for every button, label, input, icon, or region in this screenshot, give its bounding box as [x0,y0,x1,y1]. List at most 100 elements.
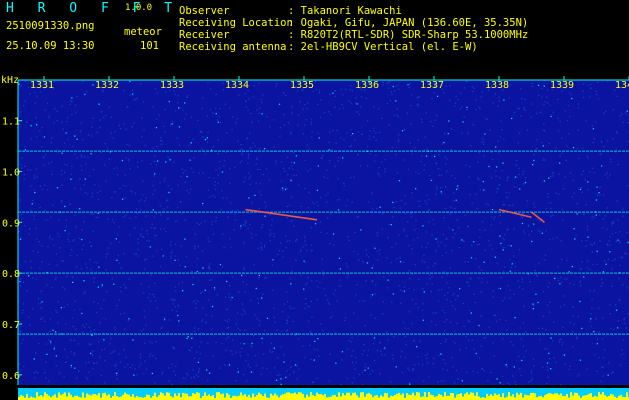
noise-dot [429,278,431,280]
noise-dot [174,259,176,261]
noise-dot [479,189,481,191]
noise-dot [345,263,347,265]
noise-dot [379,206,381,208]
bottom-fill-bar [306,394,308,400]
noise-dot [528,234,530,236]
bottom-fill-bar [152,395,154,400]
noise-dot [401,350,403,353]
noise-dot [40,318,42,320]
noise-dot [207,237,209,239]
noise-dot [243,242,245,244]
noise-dot [95,311,98,314]
noise-dot [186,175,188,178]
noise-dot [149,353,152,355]
noise-dot [123,349,125,351]
noise-dot [374,317,376,319]
noise-dot [345,205,347,207]
noise-dot [522,170,525,173]
noise-dot [470,312,472,314]
noise-dot [461,239,463,241]
noise-dot [552,214,554,216]
noise-dot [593,172,595,174]
noise-dot [48,115,51,117]
noise-dot [309,168,312,170]
noise-dot [162,255,164,257]
bottom-fill-bar [274,393,276,400]
noise-dot [612,221,615,223]
noise-dot [123,123,125,125]
noise-dot [204,138,207,141]
noise-dot [250,371,253,373]
noise-dot [379,249,381,251]
noise-dot [105,256,107,258]
noise-dot [202,202,204,205]
noise-dot [601,366,603,368]
noise-dot [382,81,384,84]
noise-dot [603,145,605,148]
noise-dot [174,286,176,288]
noise-dot [45,154,47,156]
noise-dot [155,250,158,252]
noise-dot [51,137,53,139]
noise-dot [424,354,427,357]
noise-dot [576,213,578,215]
noise-dot [215,220,217,222]
noise-dot [223,165,225,167]
noise-dot [507,284,509,287]
noise-dot [612,371,614,373]
noise-dot [623,353,625,355]
bottom-fill-bar [570,392,572,400]
noise-dot [202,136,204,138]
noise-dot [503,270,505,272]
noise-dot [80,122,82,124]
bottom-fill-bar [416,392,418,400]
noise-dot [498,100,500,102]
noise-dot [131,126,133,128]
noise-dot [91,192,94,195]
noise-dot [290,196,293,198]
noise-dot [263,329,265,332]
noise-dot [222,197,224,199]
noise-dot [463,116,465,118]
noise-dot [85,163,87,165]
noise-dot [421,309,424,312]
noise-dot [195,302,197,305]
noise-dot [271,218,273,221]
noise-dot [213,287,216,289]
noise-dot [60,307,62,309]
noise-dot [237,367,239,370]
noise-dot [239,162,241,164]
bottom-fill-bar [620,394,622,400]
noise-dot [175,290,177,292]
noise-dot [590,243,592,245]
noise-dot [18,363,20,365]
noise-dot [219,116,221,118]
noise-dot [585,245,587,247]
noise-dot [310,331,312,333]
noise-dot [527,224,529,226]
noise-dot [557,117,559,119]
bottom-fill-bar [448,395,450,400]
noise-dot [261,297,263,299]
noise-dot [445,238,447,240]
noise-dot [569,365,571,367]
noise-dot [478,106,480,108]
noise-dot [618,299,620,301]
noise-dot [214,196,216,198]
noise-dot [300,249,302,251]
noise-dot [197,245,199,248]
noise-dot [471,339,473,341]
noise-dot [20,111,22,113]
bottom-fill-bar [406,392,408,400]
noise-dot [533,223,535,225]
noise-dot [34,192,36,194]
noise-dot [289,278,291,280]
noise-dot [167,185,169,187]
noise-dot [57,232,59,235]
noise-dot [589,268,591,271]
noise-dot [279,127,282,129]
noise-dot [395,243,397,245]
noise-dot [447,132,449,135]
noise-dot [201,148,203,150]
bottom-fill-bar [38,396,40,400]
